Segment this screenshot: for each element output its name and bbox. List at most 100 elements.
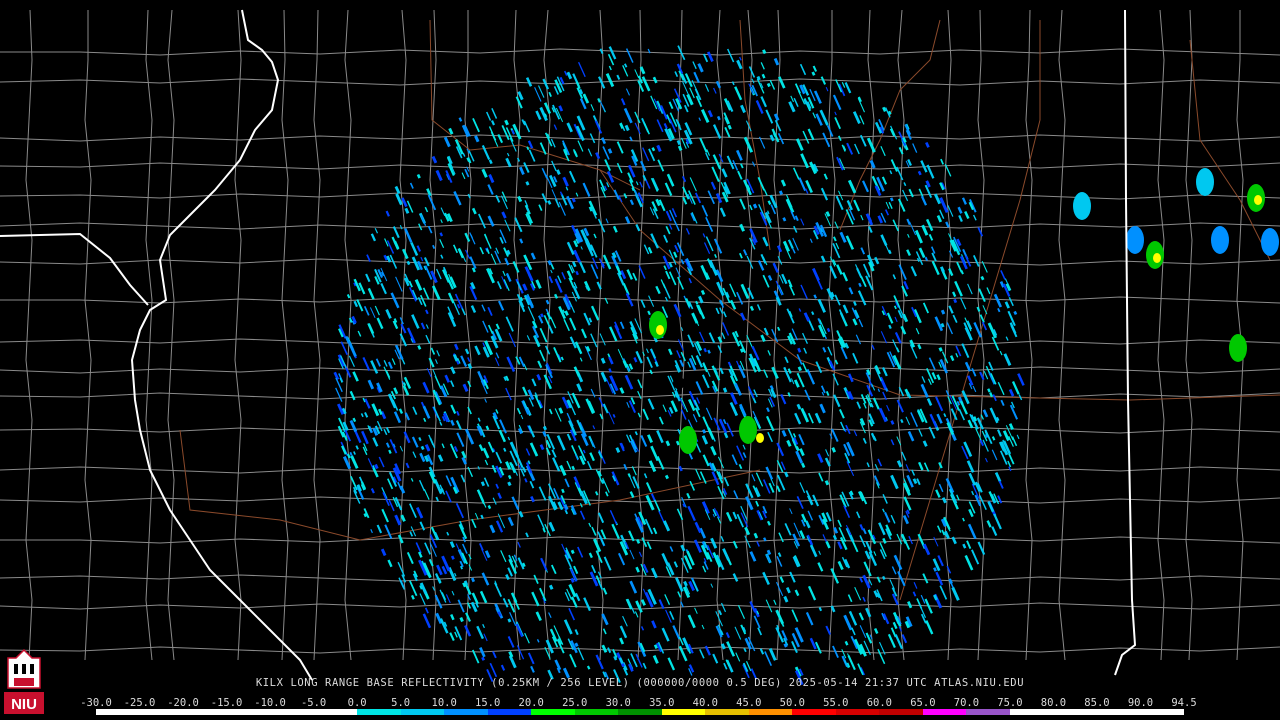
echo-streak bbox=[782, 217, 787, 222]
echo-streak bbox=[978, 288, 986, 303]
echo-streak bbox=[851, 627, 856, 636]
echo-streak bbox=[956, 400, 961, 406]
echo-streak bbox=[496, 281, 502, 290]
county-boundary bbox=[1058, 9, 1066, 661]
echo-streak bbox=[601, 137, 607, 145]
echo-streak bbox=[958, 214, 963, 223]
echo-streak bbox=[856, 401, 862, 409]
echo-streak bbox=[391, 358, 396, 365]
echo-streak bbox=[769, 134, 775, 142]
echo-streak bbox=[423, 488, 430, 500]
echo-streak bbox=[807, 412, 814, 424]
echo-streak bbox=[443, 136, 451, 148]
echo-streak bbox=[528, 149, 536, 162]
echo-streak bbox=[462, 152, 466, 157]
echo-streak bbox=[600, 357, 606, 364]
echo-streak bbox=[795, 138, 804, 151]
echo-streak bbox=[495, 323, 500, 330]
echo-streak bbox=[535, 279, 542, 289]
echo-streak bbox=[641, 76, 651, 92]
echo-streak bbox=[609, 510, 618, 525]
echo-streak bbox=[1000, 270, 1006, 280]
echo-streak bbox=[687, 334, 695, 348]
echo-streak bbox=[480, 514, 484, 520]
echo-streak bbox=[594, 491, 599, 496]
colorbar-swatch bbox=[922, 709, 967, 715]
echo-streak bbox=[603, 556, 612, 571]
echo-streak bbox=[388, 449, 392, 454]
echo-streak bbox=[683, 580, 688, 587]
echo-streak bbox=[602, 146, 610, 160]
echo-streak bbox=[767, 431, 773, 443]
echo-streak bbox=[490, 120, 496, 126]
echo-streak bbox=[655, 285, 661, 295]
echo-streak bbox=[762, 49, 767, 55]
echo-streak bbox=[637, 379, 643, 389]
echo-streak bbox=[372, 437, 379, 447]
echo-streak bbox=[483, 477, 490, 487]
echo-streak bbox=[794, 412, 802, 425]
echo-streak bbox=[742, 444, 746, 450]
echo-streak bbox=[780, 179, 787, 187]
echo-streak bbox=[865, 607, 872, 618]
echo-streak bbox=[916, 478, 921, 486]
echo-streak bbox=[881, 367, 888, 377]
echo-streak bbox=[458, 117, 463, 122]
echo-streak bbox=[837, 541, 843, 550]
echo-streak bbox=[538, 486, 547, 501]
echo-streak bbox=[825, 512, 832, 522]
echo-streak bbox=[813, 90, 822, 104]
echo-streak bbox=[920, 594, 926, 604]
echo-streak bbox=[832, 236, 837, 242]
echo-streak bbox=[673, 251, 678, 258]
echo-streak bbox=[825, 391, 830, 396]
echo-streak bbox=[447, 292, 455, 304]
echo-streak bbox=[412, 406, 418, 415]
echo-streak bbox=[642, 408, 650, 421]
echo-streak bbox=[550, 564, 557, 575]
echo-streak bbox=[600, 371, 608, 383]
echo-streak bbox=[931, 372, 937, 380]
echo-streak bbox=[456, 410, 460, 416]
echo-streak bbox=[545, 639, 554, 654]
echo-streak bbox=[545, 299, 550, 305]
echo-streak bbox=[706, 51, 714, 62]
echo-streak bbox=[873, 551, 877, 556]
echo-streak bbox=[644, 518, 654, 535]
echo-streak bbox=[498, 429, 507, 443]
echo-streak bbox=[820, 187, 829, 201]
echo-streak bbox=[739, 348, 745, 353]
echo-streak bbox=[556, 169, 561, 175]
echo-streak bbox=[571, 465, 576, 471]
echo-streak bbox=[566, 241, 575, 256]
echo-streak bbox=[375, 358, 381, 367]
echo-streak bbox=[613, 189, 620, 200]
echo-streak bbox=[676, 350, 681, 359]
echo-streak bbox=[769, 396, 776, 407]
echo-streak bbox=[393, 411, 402, 424]
echo-streak bbox=[967, 375, 974, 386]
echo-streak bbox=[624, 124, 630, 132]
county-boundary bbox=[25, 9, 33, 661]
echo-streak bbox=[940, 309, 946, 315]
echo-streak bbox=[702, 454, 710, 467]
county-boundary bbox=[0, 162, 1280, 170]
echo-streak bbox=[522, 386, 528, 396]
echo-streak bbox=[481, 144, 491, 161]
county-boundary bbox=[0, 48, 1280, 56]
echo-streak bbox=[854, 586, 862, 601]
echo-streak bbox=[866, 137, 876, 153]
echo-streak bbox=[716, 281, 725, 297]
echo-streak bbox=[553, 347, 562, 363]
echo-streak bbox=[471, 207, 477, 215]
echo-streak bbox=[424, 542, 431, 555]
echo-streak bbox=[964, 255, 972, 267]
echo-streak bbox=[468, 159, 472, 164]
echo-streak bbox=[456, 432, 465, 448]
echo-streak bbox=[962, 517, 965, 522]
echo-streak bbox=[589, 133, 596, 144]
echo-streak bbox=[799, 63, 807, 76]
echo-streak bbox=[665, 225, 671, 235]
echo-streak bbox=[953, 298, 958, 304]
echo-streak bbox=[548, 91, 552, 97]
